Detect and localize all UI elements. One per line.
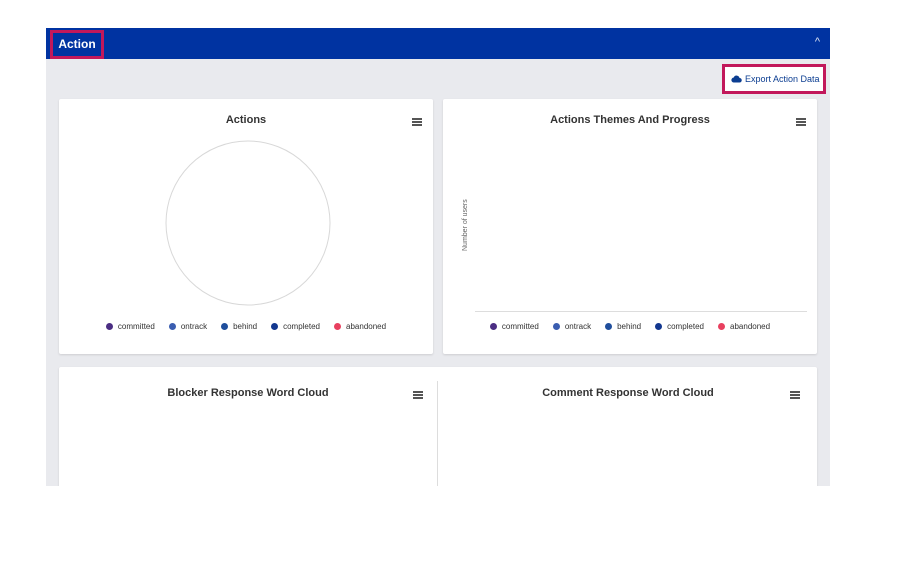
legend-item-completed[interactable]: completed [655,322,704,331]
legend-marker [489,323,497,330]
export-label: Export Action Data [745,74,820,84]
cloud-icon [731,75,742,83]
legend-label: behind [233,322,258,331]
legend-marker [271,323,279,330]
legend-item-ontrack[interactable]: ontrack [168,322,208,331]
legend-item-completed[interactable]: completed [271,322,320,331]
chevron-up-icon[interactable]: ^ [815,36,820,48]
legend-label: committed [501,322,539,331]
action-panel: Action ^ Export Action Data Actions comm… [46,28,830,486]
chart-menu-icon[interactable] [412,118,422,126]
legend-item-ontrack[interactable]: ontrack [552,322,592,331]
legend-marker [718,323,726,330]
legend-label: abandoned [730,322,771,331]
word-cloud-card: Blocker Response Word Cloud Comment Resp… [59,367,817,486]
actions-card-title: Actions [225,114,267,126]
legend-item-abandoned[interactable]: abandoned [334,322,386,331]
x-axis-line [475,311,807,312]
themes-legend: committed ontrack behind completed abandoned [443,322,817,331]
blocker-card-title: Blocker Response Word Cloud [167,387,329,399]
export-action-data-button[interactable]: Export Action Data [722,64,826,94]
legend-label: behind [617,322,642,331]
chart-menu-icon[interactable] [790,391,800,399]
legend-label: completed [667,322,705,331]
pie-outline [165,140,331,306]
legend-marker [552,323,560,330]
comment-card-title: Comment Response Word Cloud [542,387,714,399]
legend-marker [605,323,613,330]
y-axis-label: Number of users [462,199,469,251]
chart-menu-icon[interactable] [796,118,806,126]
legend-label: committed [117,322,155,331]
legend-item-abandoned[interactable]: abandoned [718,322,770,331]
actions-legend: committed ontrack behind completed abandoned [59,322,433,331]
blocker-cloud-section: Blocker Response Word Cloud [59,367,437,486]
legend-marker [168,323,176,330]
chart-menu-icon[interactable] [413,391,423,399]
section-divider [437,381,438,486]
actions-card: Actions committed ontrack behind completed a… [59,99,433,354]
legend-item-committed[interactable]: committed [105,322,155,331]
themes-card-title: Actions Themes And Progress [550,114,710,126]
legend-label: ontrack [564,322,592,331]
themes-card: Actions Themes And Progress Number of us… [443,99,817,354]
legend-item-committed[interactable]: committed [489,322,539,331]
legend-marker [221,323,229,330]
comment-cloud-section: Comment Response Word Cloud [439,367,817,486]
panel-title: Action [50,30,104,59]
panel-header[interactable]: Action ^ [46,28,830,59]
legend-item-behind[interactable]: behind [221,322,257,331]
legend-label: completed [283,322,321,331]
legend-marker [105,323,113,330]
legend-label: abandoned [346,322,387,331]
legend-marker [655,323,663,330]
legend-marker [334,323,342,330]
actions-pie-chart [165,140,331,306]
legend-item-behind[interactable]: behind [605,322,641,331]
legend-label: ontrack [180,322,208,331]
